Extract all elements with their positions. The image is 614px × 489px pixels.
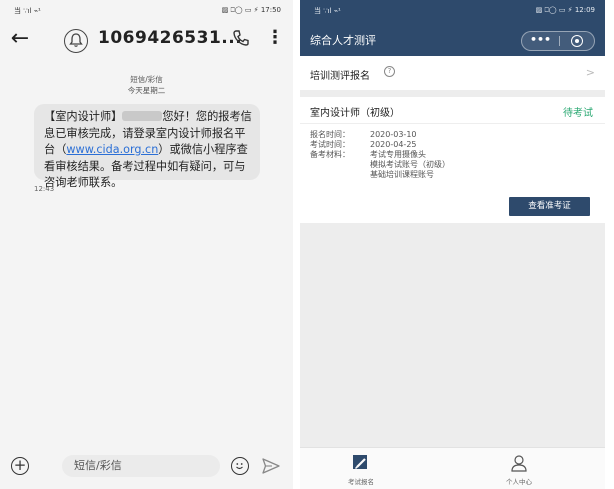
- plus-icon[interactable]: +: [11, 457, 29, 475]
- tab-exam-signup[interactable]: 考试报名: [336, 448, 386, 489]
- edit-icon: [352, 454, 370, 472]
- message-type-label: 短信/彩信: [130, 75, 163, 84]
- tab-label: 考试报名: [348, 478, 374, 486]
- materials-label: 备考材料：: [310, 150, 350, 159]
- signup-time-label: 报名时间：: [310, 130, 350, 139]
- materials-row-3: 基础培训课程账号: [310, 170, 434, 180]
- status-bar: 当 ∵ıl ⌁¹ ▨ ⎕◯ ▭ ⚡ 17:50: [0, 0, 293, 20]
- materials-row: 备考材料： 考试专用摄像头: [310, 150, 426, 160]
- emoji-icon[interactable]: [231, 457, 249, 475]
- message-bubble[interactable]: 【室内设计师】 您好！您的报考信息已审核完成，请登录室内设计师报名平台（www.c…: [34, 104, 260, 189]
- message-input[interactable]: 短信/彩信: [62, 455, 220, 477]
- bell-icon[interactable]: [64, 29, 88, 53]
- training-signup-row[interactable]: 培训测评报名 ? >: [300, 56, 605, 90]
- redacted-name: [122, 111, 163, 121]
- capsule-close-icon[interactable]: [571, 35, 583, 47]
- status-bar: 当 ∵ıl ⌁¹ ▨ ⎕◯ ▭ ⚡ 12:09: [300, 0, 605, 20]
- divider: [300, 123, 605, 124]
- capsule-divider: [559, 36, 560, 46]
- contact-number: 1069426531...: [98, 28, 243, 48]
- exam-title: 室内设计师（初级）: [310, 108, 400, 119]
- app-header: 当 ∵ıl ⌁¹ ▨ ⎕◯ ▭ ⚡ 12:09 综合人才测评 •••: [300, 0, 605, 56]
- exam-status-badge: 待考试: [563, 108, 593, 119]
- tab-personal-center[interactable]: 个人中心: [494, 448, 544, 489]
- signup-time-value: 2020-03-10: [370, 130, 417, 139]
- status-left: 当 ∵ıl ⌁¹: [14, 7, 41, 15]
- capsule-more-icon[interactable]: •••: [522, 32, 559, 50]
- chevron-right-icon: >: [585, 66, 595, 79]
- sms-screen: 当 ∵ıl ⌁¹ ▨ ⎕◯ ▭ ⚡ 17:50 ← 1069426531... …: [0, 0, 293, 489]
- material-item: 考试专用摄像头: [370, 150, 426, 159]
- exam-time-label: 考试时间：: [310, 140, 350, 149]
- tab-bar: 考试报名 个人中心: [300, 447, 605, 489]
- app-screen: 当 ∵ıl ⌁¹ ▨ ⎕◯ ▭ ⚡ 12:09 综合人才测评 ••• 培训测评报…: [300, 0, 605, 489]
- phone-icon[interactable]: [232, 29, 252, 49]
- status-right: ▨ ⎕◯ ▭ ⚡ 17:50: [221, 6, 281, 14]
- exam-time-value: 2020-04-25: [370, 140, 417, 149]
- material-item: 基础培训课程账号: [370, 170, 434, 179]
- message-text-part1: 【室内设计师】: [44, 110, 123, 123]
- help-icon[interactable]: ?: [384, 66, 395, 77]
- compose-bar: + 短信/彩信: [0, 449, 293, 489]
- status-left: 当 ∵ıl ⌁¹: [314, 7, 341, 15]
- more-icon[interactable]: ⋮: [266, 26, 284, 50]
- status-right: ▨ ⎕◯ ▭ ⚡ 12:09: [535, 6, 595, 14]
- tab-label: 个人中心: [506, 478, 532, 486]
- exam-card: 室内设计师（初级） 待考试 报名时间： 2020-03-10 考试时间： 2020-…: [300, 97, 605, 223]
- screenshot-root: 当 ∵ıl ⌁¹ ▨ ⎕◯ ▭ ⚡ 17:50 ← 1069426531... …: [0, 0, 614, 489]
- material-item: 模拟考试账号（初级）: [370, 160, 450, 169]
- training-signup-label: 培训测评报名: [310, 71, 370, 82]
- message-time: 12:43: [34, 185, 55, 193]
- exam-time-row: 考试时间： 2020-04-25: [310, 140, 417, 150]
- miniprogram-capsule: •••: [521, 31, 595, 51]
- materials-row-2: 模拟考试账号（初级）: [310, 160, 450, 170]
- app-title: 综合人才测评: [310, 34, 376, 47]
- sms-header: ← 1069426531... ⋮: [0, 20, 293, 60]
- back-arrow-icon[interactable]: ←: [8, 28, 32, 52]
- send-icon[interactable]: [262, 458, 280, 474]
- person-icon: [510, 454, 528, 472]
- message-link[interactable]: www.cida.org.cn: [66, 143, 158, 156]
- message-date: 今天星期二: [127, 86, 166, 95]
- signup-time-row: 报名时间： 2020-03-10: [310, 130, 417, 140]
- view-admission-ticket-button[interactable]: 查看准考证: [509, 197, 590, 216]
